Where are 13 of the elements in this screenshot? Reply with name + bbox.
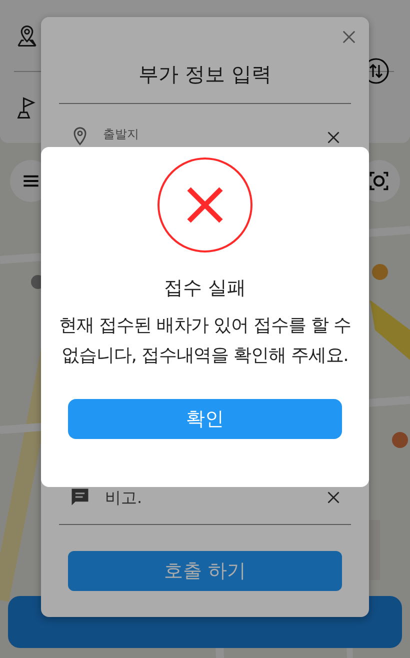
call-button[interactable]: 호출 하기 — [68, 551, 342, 591]
clear-icon[interactable] — [326, 130, 341, 144]
error-icon — [157, 157, 253, 253]
target-icon — [368, 170, 390, 192]
memo-field[interactable]: 비고. — [103, 486, 314, 508]
confirm-button[interactable]: 확인 — [68, 399, 342, 439]
comment-icon — [69, 486, 91, 508]
dialog-title: 부가 정보 입력 — [138, 61, 272, 88]
alert-title: 접수 실패 — [164, 276, 246, 301]
clear-icon[interactable] — [326, 490, 341, 504]
field-label: 출발지 — [103, 126, 140, 143]
alert-message: 현재 접수된 배차가 있어 접수를 할 수 없습니다, 접수내역을 확인해 주세요. — [58, 314, 352, 368]
close-icon[interactable] — [341, 29, 357, 45]
